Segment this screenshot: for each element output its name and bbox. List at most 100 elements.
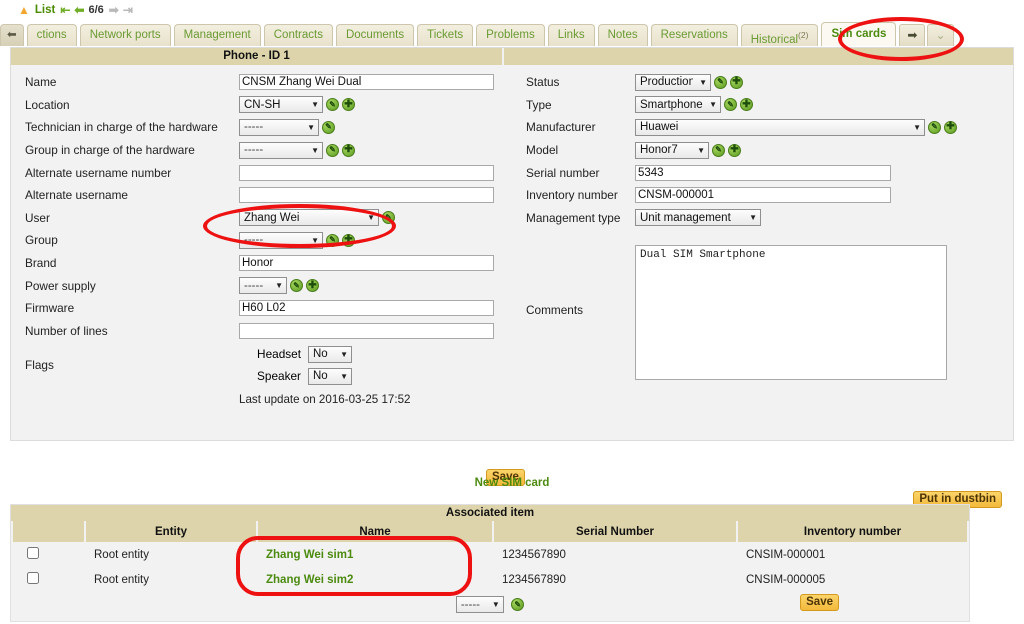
table-row[interactable]: Root entity Zhang Wei sim1 1234567890 CN… — [13, 542, 967, 567]
cell-name-link[interactable]: Zhang Wei sim2 — [258, 567, 492, 592]
add-plus-icon[interactable]: ✚ — [730, 75, 743, 89]
add-plus-icon[interactable]: ✚ — [728, 143, 741, 157]
first-page-icon[interactable]: ⇤ — [60, 4, 70, 16]
field-control: CN-SH ▼ ✎ ✚ — [239, 96, 355, 114]
column-header-entity[interactable]: Entity — [86, 521, 256, 542]
tab-reservations[interactable]: Reservations — [650, 24, 738, 46]
speaker-select[interactable]: No ▼ — [308, 367, 352, 385]
bulk-action-select[interactable]: ----- ▼ — [455, 596, 504, 613]
model-select[interactable]: Honor7 ▼ — [635, 141, 709, 159]
add-plus-icon[interactable]: ✚ — [342, 233, 355, 247]
page-counter: 6/6 — [88, 4, 104, 16]
alternate-username-number-input[interactable] — [239, 164, 494, 181]
edit-pencil-icon[interactable]: ✎ — [712, 143, 725, 157]
tab-contracts[interactable]: Contracts — [263, 24, 333, 46]
inventory-number-input[interactable] — [635, 187, 891, 204]
field-row-flags: Flags Headset No ▼ Speaker No ▼ — [11, 342, 512, 388]
edit-pencil-icon[interactable]: ✎ — [326, 233, 339, 247]
tab-management[interactable]: Management — [173, 24, 261, 46]
user-select[interactable]: Zhang Wei ▼ — [239, 209, 379, 227]
edit-pencil-icon[interactable]: ✎ — [290, 279, 303, 293]
form-column-left: Name Location CN-SH ▼ ✎ ✚ — [11, 71, 512, 406]
column-header-serial-number[interactable]: Serial Number — [494, 521, 736, 542]
previous-page-icon[interactable]: ⬅ — [74, 4, 84, 16]
manufacturer-select[interactable]: Huawei ▼ — [635, 118, 925, 136]
next-page-icon[interactable]: ➡ — [109, 4, 119, 16]
alternate-username-input[interactable] — [239, 187, 494, 204]
new-sim-card-link[interactable]: New SIM card — [475, 477, 550, 489]
associated-item-save-button[interactable]: Save — [800, 594, 839, 611]
tab-sim-cards[interactable]: Sim cards — [821, 22, 897, 46]
tabs-scroll-right-button[interactable]: ➡ — [899, 24, 926, 46]
edit-pencil-icon[interactable]: ✎ — [322, 120, 335, 134]
list-link[interactable]: List — [35, 4, 55, 16]
edit-pencil-icon[interactable]: ✎ — [382, 211, 395, 225]
edit-pencil-icon[interactable]: ✎ — [511, 598, 525, 611]
headset-select[interactable]: No ▼ — [308, 345, 352, 363]
tabs-scroll-left-button[interactable]: ⬅ — [0, 24, 24, 46]
edit-pencil-icon[interactable]: ✎ — [326, 98, 339, 112]
tab-problems[interactable]: Problems — [476, 24, 545, 46]
field-label: Flags — [25, 358, 54, 373]
table-row[interactable]: Root entity Zhang Wei sim2 1234567890 CN… — [13, 567, 967, 592]
cell-inventory-number: CNSIM-000005 — [746, 573, 826, 586]
chevron-down-icon: ▼ — [275, 281, 283, 291]
tab-links[interactable]: Links — [547, 24, 595, 46]
chevron-down-icon: ▼ — [749, 213, 757, 223]
chevron-down-icon: ▼ — [340, 349, 348, 359]
flag-row-headset: Headset No ▼ — [239, 343, 352, 365]
edit-pencil-icon[interactable]: ✎ — [724, 98, 737, 112]
add-plus-icon[interactable]: ✚ — [306, 279, 319, 293]
row-checkbox[interactable] — [27, 547, 39, 559]
edit-pencil-icon[interactable]: ✎ — [714, 75, 727, 89]
name-input[interactable] — [239, 74, 494, 91]
field-row-alternate-username: Alternate username — [11, 184, 512, 207]
field-control: Honor7 ▼ ✎ ✚ — [635, 141, 741, 159]
management-type-select[interactable]: Unit management ▼ — [635, 209, 761, 227]
group-in-charge-select[interactable]: ----- ▼ — [239, 141, 323, 159]
tab-notes[interactable]: Notes — [597, 24, 648, 46]
field-control — [239, 255, 494, 272]
number-of-lines-input[interactable] — [239, 322, 494, 339]
edit-pencil-icon[interactable]: ✎ — [928, 120, 941, 134]
location-select[interactable]: CN-SH ▼ — [239, 96, 323, 114]
power-supply-select[interactable]: ----- ▼ — [239, 277, 287, 295]
flag-label: Speaker — [257, 369, 301, 384]
firmware-input[interactable] — [239, 300, 494, 317]
tab-label: ctions — [36, 29, 67, 41]
tab-documents[interactable]: Documents — [335, 24, 415, 46]
type-select[interactable]: Smartphone ▼ — [635, 96, 721, 114]
edit-pencil-icon[interactable]: ✎ — [326, 143, 339, 157]
column-header-name[interactable]: Name — [258, 521, 492, 542]
tab-label: Management — [183, 29, 251, 41]
tab-historical[interactable]: Historical(2) — [740, 24, 819, 46]
select-value: Honor7 — [640, 144, 678, 157]
tab-network-ports[interactable]: Network ports — [79, 24, 171, 46]
comments-textarea[interactable]: Dual SIM Smartphone — [635, 245, 947, 381]
add-plus-icon[interactable]: ✚ — [342, 98, 355, 112]
field-label: User — [25, 210, 50, 225]
row-checkbox[interactable] — [27, 572, 39, 584]
tab-badge: (2) — [798, 30, 809, 40]
tab-label: Sim cards — [831, 28, 887, 40]
add-plus-icon[interactable]: ✚ — [342, 143, 355, 157]
cell-name-link[interactable]: Zhang Wei sim1 — [258, 542, 492, 567]
group-select[interactable]: ----- ▼ — [239, 231, 323, 249]
field-row-manufacturer: Manufacturer Huawei ▼ ✎ ✚ — [512, 116, 1013, 139]
tab-ctions[interactable]: ctions — [26, 24, 77, 46]
chevron-down-icon: ▼ — [340, 371, 348, 381]
associated-item-table: Entity Name Serial Number Inventory numb… — [11, 521, 969, 592]
technician-select[interactable]: ----- ▼ — [239, 118, 319, 136]
column-header-inventory-number[interactable]: Inventory number — [738, 521, 967, 542]
last-page-icon[interactable]: ⇥ — [123, 4, 133, 16]
caret-up-icon[interactable]: ▲ — [18, 4, 30, 16]
field-control — [239, 322, 494, 339]
add-plus-icon[interactable]: ✚ — [740, 98, 753, 112]
tab-tickets[interactable]: Tickets — [417, 24, 474, 46]
status-select[interactable]: Production ▼ — [635, 73, 711, 91]
brand-input[interactable] — [239, 255, 494, 272]
chevron-double-down-icon[interactable]: ⌄ — [927, 24, 954, 46]
cell-serial-number: 1234567890 — [502, 548, 566, 561]
add-plus-icon[interactable]: ✚ — [944, 120, 957, 134]
serial-number-input[interactable] — [635, 164, 891, 181]
